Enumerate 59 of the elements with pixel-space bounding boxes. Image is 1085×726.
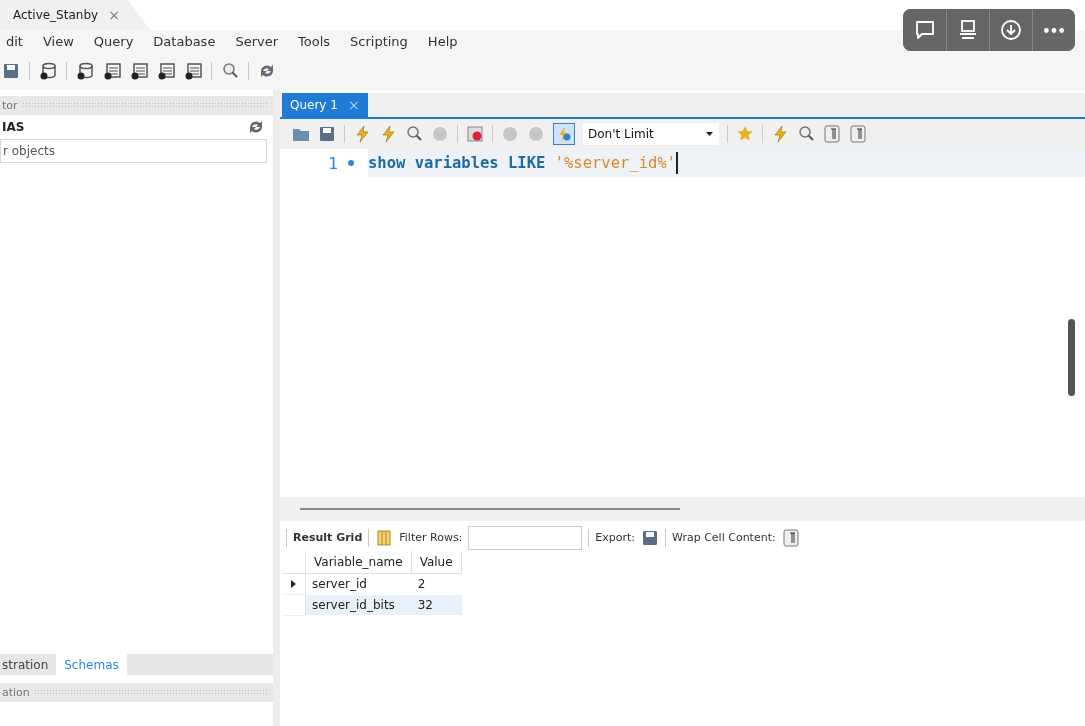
new-schema-icon[interactable] (76, 62, 94, 80)
result-grid-tab[interactable]: Result Grid (293, 531, 363, 544)
star-icon[interactable] (736, 125, 754, 143)
menu-item[interactable]: Tools (288, 33, 341, 49)
new-view-icon[interactable] (130, 62, 148, 80)
explain-icon[interactable] (405, 125, 423, 143)
more-button[interactable] (1032, 9, 1075, 51)
new-table-icon[interactable] (103, 62, 121, 80)
pane-title: ation (2, 686, 30, 699)
scrollbar-thumb[interactable] (300, 508, 680, 510)
caret-icon (706, 132, 713, 136)
more-icon (1044, 27, 1064, 33)
table-cell: 32 (411, 595, 462, 615)
corner-cell (282, 551, 306, 574)
query-tab[interactable]: Query 1 × (282, 93, 368, 117)
menu-item[interactable]: View (32, 33, 84, 49)
panel-tab[interactable]: Schemas (56, 654, 127, 675)
new-function-icon[interactable] (184, 62, 202, 80)
table-cell: server_id_bits (306, 595, 412, 615)
menu-item[interactable]: Help (417, 33, 468, 49)
pane-title: tor (2, 99, 18, 112)
caption-icon (957, 19, 979, 41)
autocommit-toggle[interactable] (553, 123, 575, 145)
new-procedure-icon[interactable] (157, 62, 175, 80)
lightning-icon (557, 127, 571, 141)
scrollbar-thumb[interactable] (1068, 319, 1075, 396)
column-header[interactable]: Value (411, 551, 462, 574)
database-info-icon[interactable] (39, 62, 57, 80)
menu-item[interactable]: Database (143, 33, 226, 49)
execute-icon[interactable] (353, 125, 371, 143)
speech-bubble-icon (913, 19, 936, 41)
panel-tab[interactable]: stration (0, 654, 57, 675)
document-tab[interactable]: Active_Stanby × (0, 0, 150, 30)
reconnect-icon[interactable] (258, 62, 276, 80)
download-icon (1000, 19, 1022, 41)
limit-dropdown[interactable]: Don't Limit (583, 123, 719, 145)
export-label: Export: (595, 531, 636, 544)
close-icon[interactable]: × (108, 7, 120, 23)
current-row-icon (291, 580, 296, 588)
section-title: IAS (2, 120, 25, 134)
search-icon[interactable] (221, 62, 239, 80)
filter-field[interactable]: r objects (0, 139, 267, 163)
refresh-icon[interactable] (247, 118, 265, 136)
export-icon[interactable] (641, 528, 660, 547)
menu-item[interactable]: Query (83, 33, 144, 49)
menu-item[interactable]: Scripting (340, 33, 418, 49)
menu-item[interactable]: Server (225, 33, 288, 49)
execute-line-icon[interactable] (379, 125, 397, 143)
error-stop-icon[interactable] (466, 125, 484, 143)
menu-item[interactable]: dit (4, 33, 33, 49)
search-icon[interactable] (797, 125, 815, 143)
grid-icon[interactable] (375, 528, 394, 547)
save-icon[interactable] (318, 125, 336, 143)
column-header[interactable]: Variable_name (306, 551, 412, 574)
filter-label: Filter Rows: (399, 531, 463, 544)
filter-field[interactable] (468, 525, 583, 550)
wrap-label: Wrap Cell Content: (672, 531, 776, 544)
statement-dot (348, 160, 354, 166)
line-number: 1 (328, 153, 338, 173)
